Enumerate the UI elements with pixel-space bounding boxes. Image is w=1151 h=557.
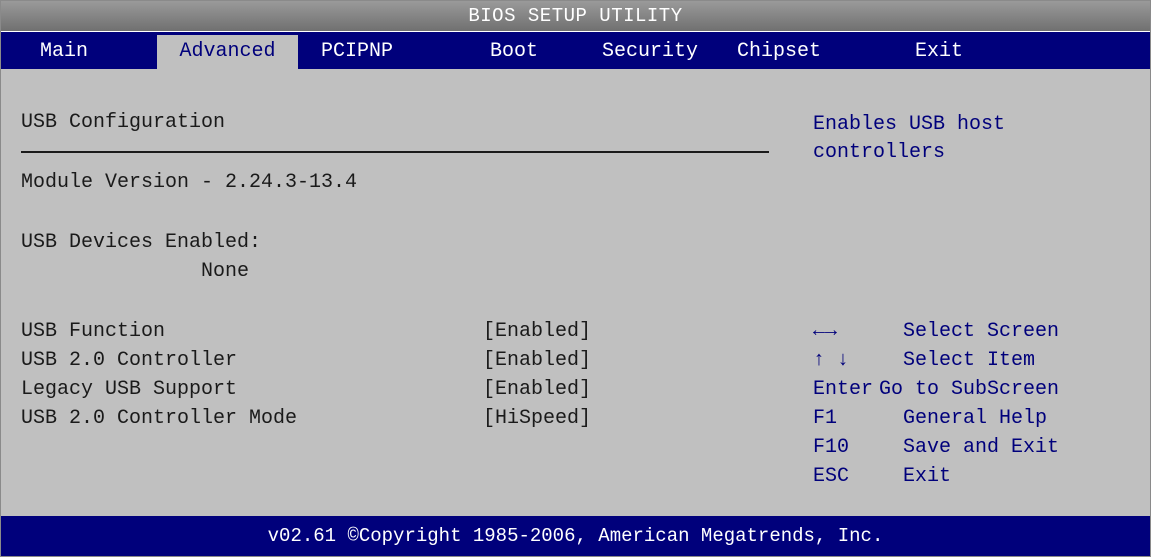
tab-boot[interactable]: Boot — [469, 35, 559, 69]
key-action-go-to-subscreen: Go to SubScreen — [879, 378, 1060, 401]
key-f10: F10 — [813, 436, 850, 459]
setting-label-usb2-controller[interactable]: USB 2.0 Controller — [21, 349, 237, 372]
key-action-save-and-exit: Save and Exit — [903, 436, 1060, 459]
left-right-arrow-icon: ←→ — [813, 320, 838, 343]
page-heading: USB Configuration — [21, 111, 226, 134]
module-version: Module Version - 2.24.3-13.4 — [21, 171, 358, 194]
tab-pcipnp[interactable]: PCIPNP — [301, 35, 413, 69]
tab-main[interactable]: Main — [19, 35, 109, 69]
settings-panel: USB Configuration Module Version - 2.24.… — [1, 69, 1150, 517]
window-title: BIOS SETUP UTILITY — [1, 1, 1150, 31]
help-text-line2: controllers — [813, 141, 946, 164]
help-text-line1: Enables USB host — [813, 113, 1006, 136]
setting-label-legacy-usb[interactable]: Legacy USB Support — [21, 378, 237, 401]
copyright-footer: v02.61 ©Copyright 1985-2006, American Me… — [1, 516, 1150, 556]
tab-exit[interactable]: Exit — [901, 35, 977, 69]
usb-devices-value: None — [201, 260, 250, 283]
tab-advanced[interactable]: Advanced — [157, 35, 298, 69]
setting-label-usb2-mode[interactable]: USB 2.0 Controller Mode — [21, 407, 297, 430]
heading-divider — [21, 151, 769, 153]
setting-value-legacy-usb[interactable]: [Enabled] — [483, 378, 591, 401]
key-action-exit: Exit — [903, 465, 952, 488]
usb-devices-label: USB Devices Enabled: — [21, 231, 262, 254]
setting-value-usb2-controller[interactable]: [Enabled] — [483, 349, 591, 372]
key-esc: ESC — [813, 465, 850, 488]
key-action-general-help: General Help — [903, 407, 1048, 430]
bios-screen: BIOS SETUP UTILITY Main Advanced PCIPNP … — [0, 0, 1151, 557]
up-down-arrow-icon: ↑ ↓ — [813, 349, 850, 372]
menu-bar: Main Advanced PCIPNP Boot Security Chips… — [1, 32, 1150, 69]
key-action-select-item: Select Item — [903, 349, 1036, 372]
setting-label-usb-function[interactable]: USB Function — [21, 320, 165, 343]
key-f1: F1 — [813, 407, 838, 430]
setting-value-usb-function[interactable]: [Enabled] — [483, 320, 591, 343]
setting-value-usb2-mode[interactable]: [HiSpeed] — [483, 407, 591, 430]
tab-chipset[interactable]: Chipset — [717, 35, 841, 69]
key-action-select-screen: Select Screen — [903, 320, 1060, 343]
key-enter: Enter — [813, 378, 874, 401]
tab-security[interactable]: Security — [585, 35, 715, 69]
